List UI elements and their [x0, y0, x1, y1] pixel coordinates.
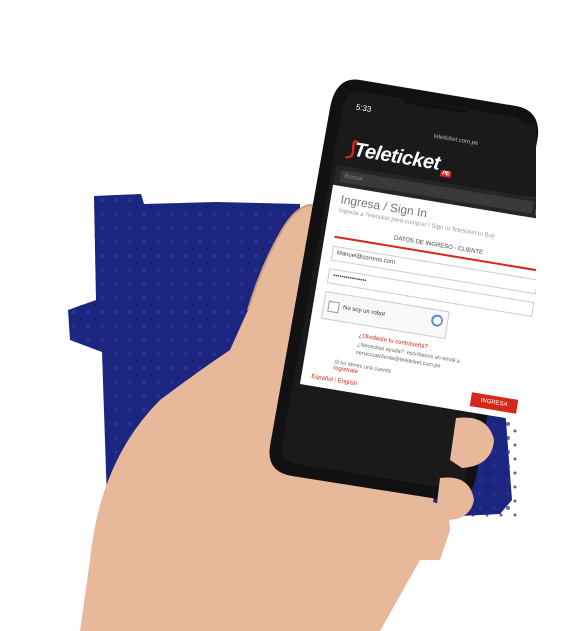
logo-text: Teleticket [352, 138, 442, 175]
captcha-label: No soy un robot [342, 305, 386, 318]
lang-separator: | [333, 377, 337, 384]
login-panel: Ingresa / Sign In Ingresa a Teleticket p… [299, 184, 536, 422]
lang-es-link[interactable]: Español [311, 374, 333, 383]
hero-illustration: 5:33 ▮▮ ◔ ▭ teleticket.com.pe ⟆Teleticke… [0, 0, 561, 631]
status-time: 5:33 [355, 102, 373, 114]
captcha-checkbox[interactable] [327, 300, 340, 313]
logo-suffix: PE [439, 169, 452, 178]
submit-button[interactable]: INGRESA [469, 392, 519, 414]
search-button[interactable] [534, 201, 536, 219]
signal-icon: ▮▮ ◔ ▭ [535, 132, 536, 145]
recaptcha-icon [430, 313, 445, 328]
phone-screen: 5:33 ▮▮ ◔ ▭ teleticket.com.pe ⟆Teleticke… [286, 92, 536, 492]
lang-en-link[interactable]: English [337, 378, 357, 387]
